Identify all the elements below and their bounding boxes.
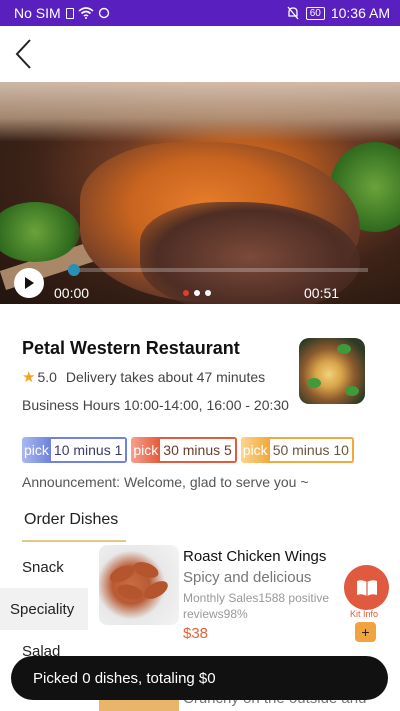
restaurant-info: Petal Western Restaurant ★ 5.0 Delivery … <box>0 304 400 542</box>
promo-badge[interactable]: pick 30 minus 5 <box>131 437 237 463</box>
app-bar <box>0 26 400 82</box>
promo-tag: pick <box>22 437 51 463</box>
carrier-label: No SIM <box>14 5 61 21</box>
data-saver-icon <box>98 7 109 19</box>
wifi-icon <box>78 7 94 19</box>
promo-tag: pick <box>131 437 161 463</box>
dish-name: Roast Chicken Wings <box>183 548 327 565</box>
video-duration: 00:51 <box>304 285 340 301</box>
status-bar: No SIM 60 10:36 AM <box>0 0 400 26</box>
delivery-time: Delivery takes about 47 minutes <box>65 369 266 385</box>
cart-summary-text: Picked 0 dishes, totaling $0 <box>33 669 216 687</box>
carousel-indicator <box>183 290 211 296</box>
sim-icon <box>65 7 74 19</box>
promo-badge[interactable]: pick 10 minus 1 <box>22 437 128 463</box>
dish-image[interactable] <box>99 545 179 625</box>
category-item-speciality[interactable]: Speciality <box>0 588 88 630</box>
carousel-dot[interactable] <box>205 290 211 296</box>
cart-summary-bar[interactable]: Picked 0 dishes, totaling $0 <box>11 656 388 700</box>
play-button[interactable] <box>14 268 44 298</box>
rating-value: 5.0 <box>37 369 57 385</box>
promo-badge[interactable]: pick 50 minus 10 <box>240 437 354 463</box>
play-icon <box>25 277 34 289</box>
promo-text: 50 minus 10 <box>269 437 354 463</box>
rating-row: ★ 5.0 Delivery takes about 47 minutes <box>22 368 265 386</box>
mute-bell-icon <box>287 6 299 20</box>
promotions: pick 10 minus 1 pick 30 minus 5 pick 50 … <box>22 437 354 463</box>
dish-price: $38 <box>183 625 209 642</box>
book-icon <box>356 579 377 596</box>
video-progress-track[interactable] <box>68 268 368 272</box>
tab-order-dishes[interactable]: Order Dishes <box>24 511 118 529</box>
dish-description: Spicy and delicious <box>183 569 312 586</box>
promo-text: 10 minus 1 <box>50 437 128 463</box>
video-progress-knob[interactable] <box>68 264 80 276</box>
business-hours: Business Hours 10:00-14:00, 16:00 - 20:3… <box>22 397 289 413</box>
star-icon: ★ <box>22 369 36 386</box>
restaurant-thumbnail[interactable] <box>299 338 365 404</box>
clock: 10:36 AM <box>330 5 390 21</box>
back-arrow-icon[interactable] <box>12 36 38 72</box>
announcement: Announcement: Welcome, glad to serve you… <box>22 474 309 490</box>
kit-info-button[interactable] <box>344 565 389 610</box>
promo-text: 30 minus 5 <box>160 437 237 463</box>
dish-sales: Monthly Sales1588 positive reviews98% <box>183 591 330 621</box>
add-dish-button[interactable]: + <box>355 622 376 642</box>
kit-info-label: Kit Info <box>350 609 379 619</box>
carousel-dot[interactable] <box>194 290 200 296</box>
carousel-dot[interactable] <box>183 290 189 296</box>
promo-tag: pick <box>240 437 270 463</box>
category-item-snack[interactable]: Snack <box>0 546 88 588</box>
restaurant-name: Petal Western Restaurant <box>22 338 240 358</box>
battery-icon: 60 <box>305 6 325 20</box>
video-current-time: 00:00 <box>54 285 90 301</box>
